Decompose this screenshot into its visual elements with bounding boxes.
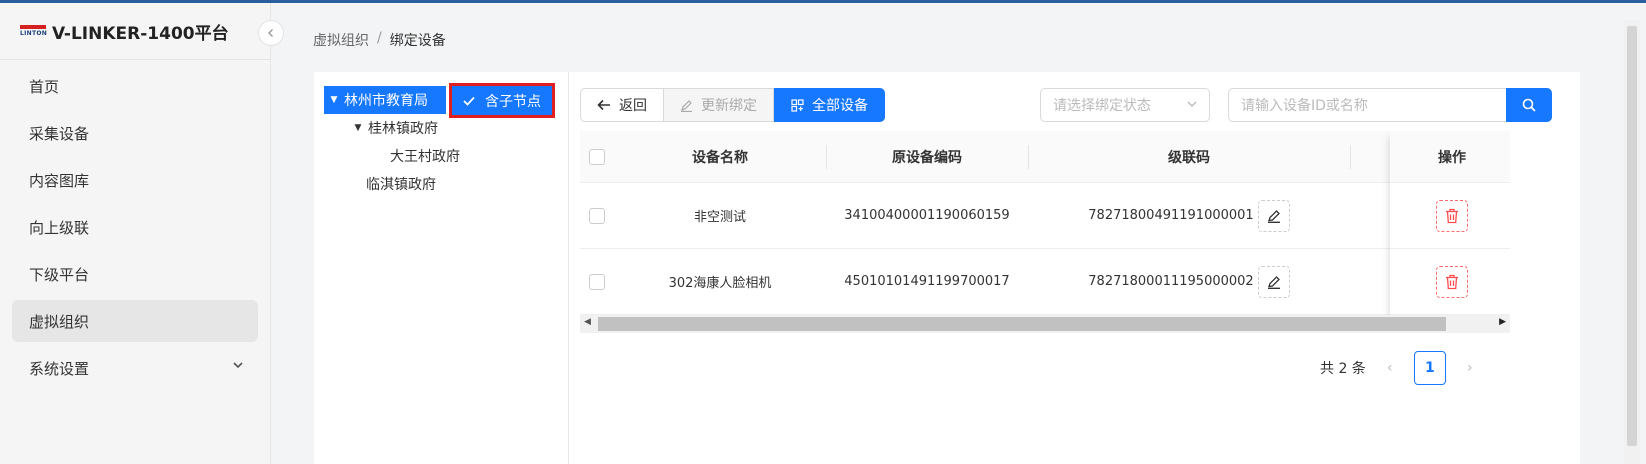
sidebar-item-label: 采集设备 bbox=[29, 124, 90, 143]
table-row: 302海康人脸相机 45010101491199700017 782718000… bbox=[580, 249, 1510, 315]
header-device-name: 设备名称 bbox=[692, 149, 748, 166]
main-panel: ▼ 林州市教育局 含子节点 ▼ 桂林镇政府 大王村政府 临淇镇政府 返回 更新绑… bbox=[314, 72, 1580, 464]
cascade-code: 78271800491191000001 bbox=[1088, 208, 1254, 223]
device-name: 非空测试 bbox=[693, 210, 746, 225]
device-code: 45010101491199700017 bbox=[844, 274, 1010, 289]
edit-cascade-button[interactable] bbox=[1257, 265, 1290, 298]
org-tree: ▼ 林州市教育局 含子节点 ▼ 桂林镇政府 大王村政府 临淇镇政府 bbox=[314, 72, 569, 464]
chevron-down-icon bbox=[1187, 101, 1197, 107]
trash-icon bbox=[1446, 274, 1458, 289]
tree-node-child-1[interactable]: ▼ 桂林镇政府 bbox=[348, 114, 438, 142]
chevron-left-icon bbox=[268, 29, 273, 37]
breadcrumb-current: 绑定设备 bbox=[389, 33, 446, 49]
sidebar: LINTON V-LINKER-1400平台 首页 采集设备 内容图库 向上级联… bbox=[0, 3, 271, 464]
sidebar-item-label: 系统设置 bbox=[29, 359, 90, 378]
tree-node-label: 林州市教育局 bbox=[344, 93, 428, 109]
search-icon bbox=[1522, 98, 1536, 112]
delete-button[interactable] bbox=[1436, 199, 1468, 232]
brand: LINTON V-LINKER-1400平台 bbox=[0, 3, 270, 60]
chevron-left-icon[interactable]: ‹ bbox=[1380, 360, 1400, 376]
include-children-label: 含子节点 bbox=[485, 93, 541, 110]
scrollbar-thumb[interactable] bbox=[598, 317, 1446, 331]
sidebar-item-settings[interactable]: 系统设置 bbox=[12, 347, 258, 389]
device-search-input[interactable]: 请输入设备ID或名称 bbox=[1228, 88, 1506, 122]
device-search-placeholder: 请输入设备ID或名称 bbox=[1241, 98, 1368, 114]
arrow-left-icon bbox=[597, 99, 610, 111]
all-devices-button[interactable]: 全部设备 bbox=[774, 88, 885, 122]
caret-down-icon[interactable]: ▼ bbox=[324, 95, 344, 105]
caret-down-icon[interactable]: ▼ bbox=[348, 123, 368, 133]
pencil-icon bbox=[681, 99, 692, 112]
table-horizontal-scrollbar[interactable]: ◀ ▶ bbox=[580, 315, 1510, 333]
sidebar-item-home[interactable]: 首页 bbox=[12, 65, 258, 107]
sidebar-item-virtual-org[interactable]: 虚拟组织 bbox=[12, 300, 258, 342]
brand-logo: LINTON bbox=[20, 25, 48, 37]
tree-node-label: 大王村政府 bbox=[390, 149, 460, 165]
update-binding-label: 更新绑定 bbox=[701, 98, 757, 114]
row-checkbox[interactable] bbox=[589, 207, 605, 224]
breadcrumb-parent[interactable]: 虚拟组织 bbox=[313, 30, 369, 50]
toolbar: 返回 更新绑定 全部设备 bbox=[580, 88, 885, 122]
update-binding-button[interactable]: 更新绑定 bbox=[664, 88, 774, 122]
pencil-icon bbox=[1267, 275, 1280, 289]
header-operations: 操作 bbox=[1390, 131, 1510, 183]
check-icon bbox=[463, 96, 475, 106]
breadcrumb-separator: / bbox=[377, 30, 382, 46]
all-devices-label: 全部设备 bbox=[812, 98, 868, 114]
chevron-right-icon[interactable]: › bbox=[1460, 360, 1480, 376]
scroll-right-icon[interactable]: ▶ bbox=[1499, 317, 1506, 327]
device-table: 设备名称 原设备编码 级联码 状态 非空测试 34100400001190060… bbox=[580, 131, 1510, 331]
trash-icon bbox=[1446, 208, 1458, 223]
sidebar-menu: 首页 采集设备 内容图库 向上级联 下级平台 虚拟组织 系统设置 bbox=[0, 65, 270, 389]
tree-node-child-2[interactable]: 临淇镇政府 bbox=[366, 170, 436, 198]
back-button[interactable]: 返回 bbox=[580, 88, 664, 122]
select-all-checkbox[interactable] bbox=[589, 148, 605, 165]
table-header: 设备名称 原设备编码 级联码 状态 bbox=[580, 131, 1510, 183]
sidebar-item-label: 内容图库 bbox=[29, 171, 90, 190]
page-vertical-scrollbar[interactable] bbox=[1624, 20, 1640, 464]
back-button-label: 返回 bbox=[619, 98, 647, 114]
search-button[interactable] bbox=[1506, 88, 1552, 122]
sidebar-item-label: 向上级联 bbox=[29, 218, 90, 237]
brand-logo-text: LINTON bbox=[20, 30, 48, 37]
tree-node-grandchild-1[interactable]: 大王村政府 bbox=[390, 142, 460, 170]
scrollbar-thumb[interactable] bbox=[1627, 26, 1637, 446]
breadcrumb: 虚拟组织 / 绑定设备 bbox=[313, 30, 446, 50]
tree-node-label: 桂林镇政府 bbox=[368, 121, 438, 137]
operations-column: 操作 bbox=[1390, 131, 1510, 331]
tree-node-label: 临淇镇政府 bbox=[366, 177, 436, 193]
pagination: 共 2 条 ‹ 1 › bbox=[1320, 351, 1480, 385]
delete-button[interactable] bbox=[1436, 265, 1468, 298]
device-code: 34100400001190060159 bbox=[844, 208, 1010, 223]
chevron-down-icon bbox=[233, 362, 243, 369]
edit-cascade-button[interactable] bbox=[1257, 199, 1290, 232]
header-cascade-code: 级联码 bbox=[1168, 149, 1210, 166]
total-count: 共 2 条 bbox=[1320, 361, 1366, 377]
binding-status-select[interactable]: 请选择绑定状态 bbox=[1040, 88, 1210, 122]
sidebar-collapse-button[interactable] bbox=[258, 20, 284, 46]
row-checkbox[interactable] bbox=[589, 273, 605, 290]
sidebar-item-upstream[interactable]: 向上级联 bbox=[12, 206, 258, 248]
binding-status-placeholder: 请选择绑定状态 bbox=[1053, 98, 1151, 114]
cascade-code: 78271800011195000002 bbox=[1088, 274, 1254, 289]
scroll-left-icon[interactable]: ◀ bbox=[584, 317, 591, 327]
include-children-toggle[interactable]: 含子节点 bbox=[449, 83, 555, 118]
sidebar-item-gallery[interactable]: 内容图库 bbox=[12, 159, 258, 201]
pencil-icon bbox=[1267, 209, 1280, 223]
sidebar-item-label: 首页 bbox=[29, 77, 60, 96]
page-number-current[interactable]: 1 bbox=[1413, 351, 1446, 385]
sidebar-item-subplatform[interactable]: 下级平台 bbox=[12, 253, 258, 295]
header-device-code: 原设备编码 bbox=[892, 149, 962, 166]
app-title: V-LINKER-1400平台 bbox=[52, 23, 229, 44]
grid-icon bbox=[791, 98, 804, 112]
sidebar-item-devices[interactable]: 采集设备 bbox=[12, 112, 258, 154]
device-name: 302海康人脸相机 bbox=[668, 276, 772, 291]
table-row: 非空测试 34100400001190060159 78271800491191… bbox=[580, 183, 1510, 249]
sidebar-item-label: 虚拟组织 bbox=[29, 312, 90, 331]
tree-node-root[interactable]: ▼ 林州市教育局 bbox=[324, 86, 446, 114]
sidebar-item-label: 下级平台 bbox=[29, 265, 90, 284]
